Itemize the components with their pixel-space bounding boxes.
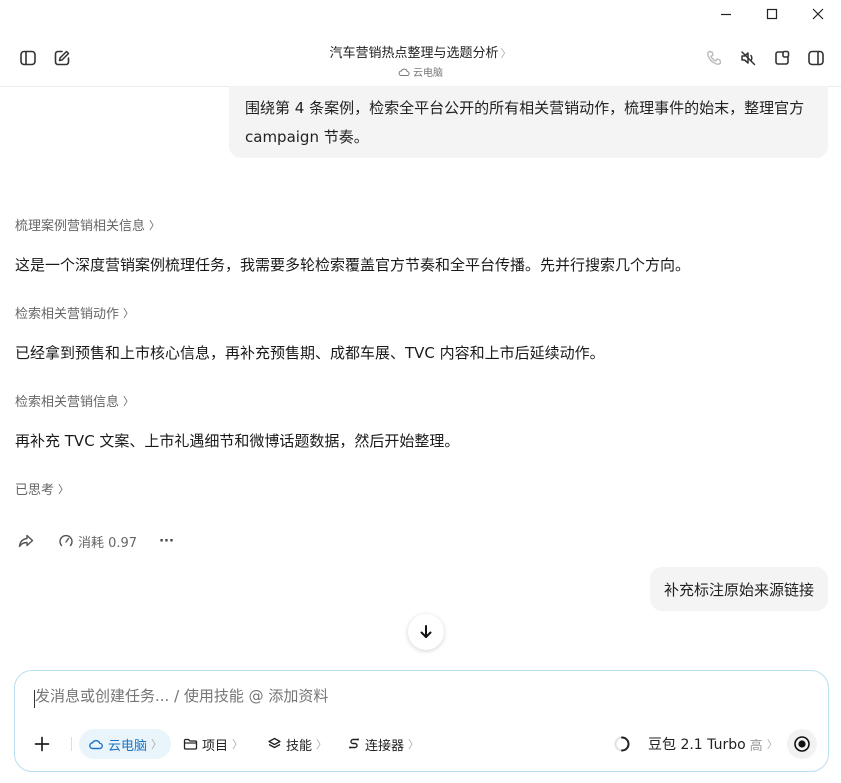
connector-chip[interactable]: 连接器 〉 — [347, 729, 419, 759]
scroll-to-bottom-button[interactable] — [408, 614, 444, 650]
window-controls — [703, 0, 841, 28]
gauge-icon — [59, 534, 73, 547]
step-link-3[interactable]: 检索相关营销信息 〉 — [15, 391, 135, 411]
record-button[interactable] — [787, 729, 817, 759]
user-message: 围绕第 4 条案例，检索全平台公开的所有相关营销动作，梳理事件的始末，整理官方 … — [229, 86, 828, 158]
thought-toggle[interactable]: 已思考 〉 — [15, 479, 70, 499]
chat-header: 汽车营销热点整理与选题分析〉 云电脑 — [0, 28, 841, 87]
phone-icon[interactable] — [702, 46, 726, 70]
subtitle-text: 云电脑 — [413, 68, 443, 79]
add-button[interactable] — [33, 729, 51, 759]
chip-label: 连接器 — [365, 738, 405, 754]
cloud-icon — [89, 739, 103, 750]
step-label: 检索相关营销动作 — [15, 307, 120, 322]
chevron-right-icon: 〉 — [408, 738, 420, 751]
chevron-right-icon: 〉 — [232, 738, 244, 751]
user-message-text: 补充标注原始来源链接 — [663, 580, 814, 599]
user-message: 补充标注原始来源链接 — [649, 567, 828, 611]
share-icon[interactable] — [16, 531, 36, 551]
connector-icon — [349, 738, 359, 749]
chevron-right-icon: 〉 — [151, 738, 163, 751]
step-label: 梳理案例营销相关信息 — [15, 219, 146, 234]
chip-label: 云电脑 — [108, 738, 148, 754]
chevron-right-icon: 〉 — [766, 738, 778, 751]
step-link-2[interactable]: 检索相关营销动作 〉 — [15, 303, 135, 323]
chip-label: 技能 — [286, 738, 313, 754]
close-icon[interactable] — [795, 0, 841, 28]
chevron-right-icon: 〉 — [149, 218, 161, 232]
folder-icon — [183, 738, 198, 750]
chevron-right-icon: 〉 — [58, 482, 70, 496]
layers-icon — [268, 737, 281, 749]
chevron-right-icon: 〉 — [316, 738, 328, 751]
mute-icon[interactable] — [736, 46, 760, 70]
model-level: 高 — [749, 738, 763, 754]
message-input[interactable] — [35, 687, 735, 705]
composer-toolbar: 云电脑 〉 项目 〉 技能 〉 连接器 〉 豆包 2.1 Turbo 高 〉 — [15, 729, 828, 759]
maximize-icon[interactable] — [749, 0, 795, 28]
assistant-paragraph: 已经拿到预售和上市核心信息，再补充预售期、成都车展、TVC 内容和上市后延续动作… — [15, 344, 605, 362]
arrow-down-icon — [420, 625, 432, 638]
cloud-pc-chip[interactable]: 云电脑 〉 — [79, 729, 172, 759]
plus-icon — [34, 736, 50, 752]
step-link-1[interactable]: 梳理案例营销相关信息 〉 — [15, 215, 161, 235]
loading-spinner-icon — [613, 729, 631, 759]
divider — [71, 737, 72, 751]
message-actions: 消耗 0.97 ··· — [16, 531, 174, 551]
chat-title-text: 汽车营销热点整理与选题分析 — [329, 46, 499, 61]
skill-chip[interactable]: 技能 〉 — [267, 729, 327, 759]
assistant-paragraph: 这是一个深度营销案例梳理任务，我需要多轮检索覆盖官方节奏和全平台传播。先并行搜索… — [15, 256, 691, 274]
user-message-text: 围绕第 4 条案例，检索全平台公开的所有相关营销动作，梳理事件的始末，整理官方 … — [245, 99, 805, 146]
record-icon — [794, 736, 810, 752]
minimize-icon[interactable] — [703, 0, 749, 28]
cloud-icon — [398, 68, 410, 76]
share-window-icon[interactable] — [770, 46, 794, 70]
model-name: 豆包 2.1 Turbo — [648, 737, 746, 753]
model-selector[interactable]: 豆包 2.1 Turbo 高 〉 — [648, 729, 778, 759]
composer: 云电脑 〉 项目 〉 技能 〉 连接器 〉 豆包 2.1 Turbo 高 〉 — [14, 670, 829, 772]
cost-indicator: 消耗 0.97 — [58, 532, 137, 551]
chip-label: 项目 — [202, 738, 229, 754]
thought-label: 已思考 — [15, 483, 55, 498]
chevron-right-icon: 〉 — [123, 394, 135, 408]
assistant-paragraph: 再补充 TVC 文案、上市礼遇细节和微博话题数据，然后开始整理。 — [15, 432, 460, 450]
side-panel-icon[interactable] — [804, 46, 828, 70]
chevron-right-icon: 〉 — [500, 47, 512, 60]
cost-label: 消耗 0.97 — [78, 535, 138, 551]
more-icon[interactable]: ··· — [159, 534, 174, 549]
project-chip[interactable]: 项目 〉 — [183, 729, 243, 759]
step-label: 检索相关营销信息 — [15, 395, 120, 410]
chevron-right-icon: 〉 — [123, 306, 135, 320]
